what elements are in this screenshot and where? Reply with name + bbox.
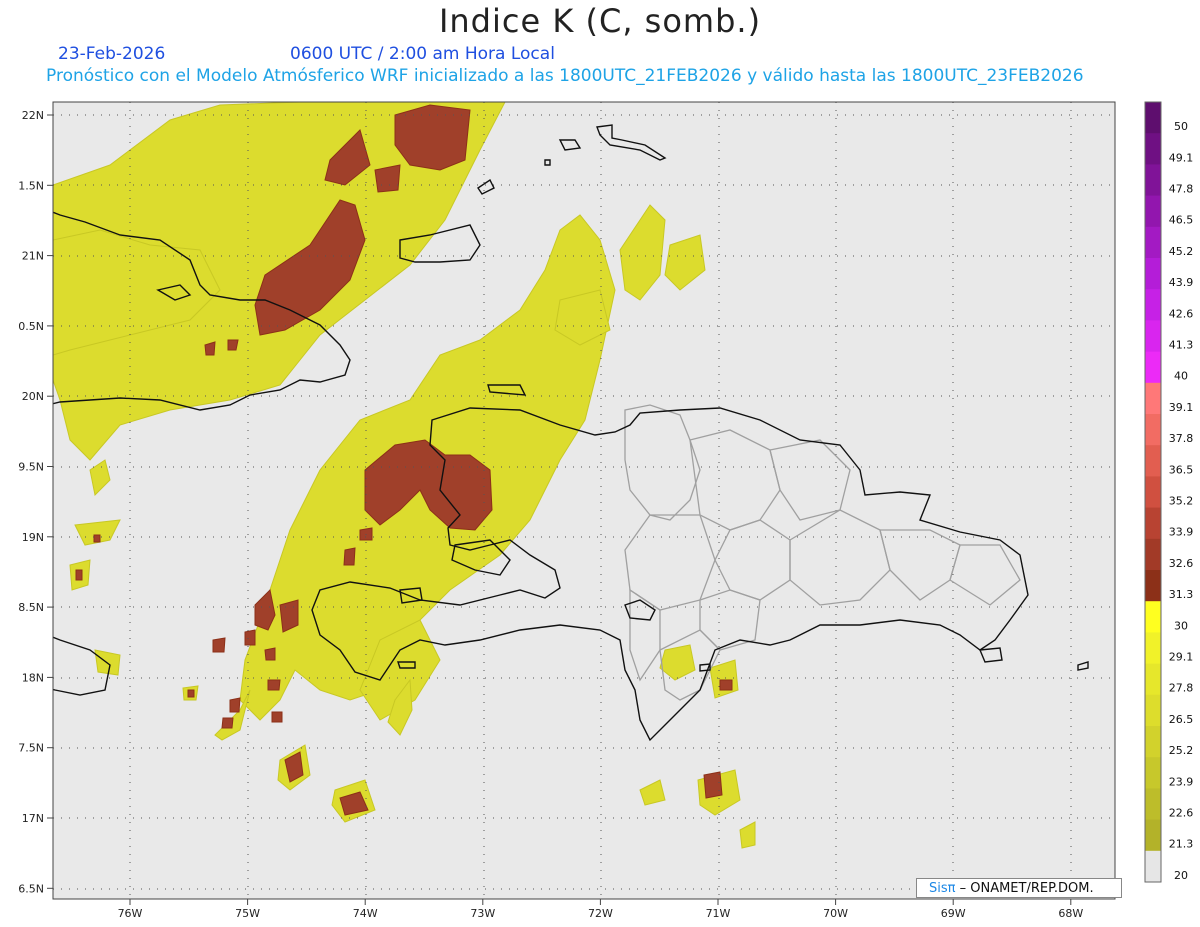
colorbar-swatch <box>1145 414 1161 446</box>
lat-label: 17N <box>22 812 44 825</box>
k-index-map: 22N 1.5N 21N 0.5N 20N 9.5N 19N 8.5N 18N 7.5N 17N 6.… <box>18 101 1194 920</box>
colorbar-swatch <box>1145 757 1161 789</box>
colorbar-swatch <box>1145 258 1161 290</box>
colorbar-label: 49.1 <box>1169 151 1194 164</box>
colorbar-label: 26.5 <box>1169 713 1194 726</box>
colorbar-swatch <box>1145 694 1161 727</box>
colorbar-label: 35.2 <box>1169 494 1194 507</box>
lat-label: 7.5N <box>18 742 44 755</box>
colorbar-swatch <box>1145 663 1161 696</box>
colorbar-label: 50 <box>1174 120 1188 133</box>
colorbar: 50 49.1 47.8 46.5 45.2 43.9 42.6 41.3 40 39.1 37.8… <box>1144 101 1194 883</box>
lat-label: 6.5N <box>18 882 44 895</box>
colorbar-label: 45.2 <box>1169 245 1194 258</box>
lon-label: 72W <box>588 907 613 920</box>
colorbar-swatch <box>1145 538 1161 571</box>
colorbar-label: 20 <box>1174 869 1188 882</box>
colorbar-label: 30 <box>1174 619 1188 632</box>
colorbar-label: 22.6 <box>1169 806 1194 819</box>
colorbar-label: 23.9 <box>1169 775 1194 788</box>
credit-box: Sisπ – ONAMET/REP.DOM. <box>916 878 1122 898</box>
colorbar-swatch <box>1145 226 1161 259</box>
lat-label: 22N <box>22 109 44 122</box>
lon-label: 74W <box>353 907 378 920</box>
colorbar-label: 40 <box>1174 370 1188 383</box>
colorbar-label: 47.8 <box>1169 182 1194 195</box>
colorbar-label: 36.5 <box>1169 463 1194 476</box>
sispi-logo: Sisπ <box>929 881 956 896</box>
lat-label: 1.5N <box>18 179 44 192</box>
colorbar-label: 41.3 <box>1169 338 1194 351</box>
colorbar-label: 25.2 <box>1169 744 1194 757</box>
colorbar-swatch <box>1145 289 1161 321</box>
colorbar-label: 39.1 <box>1169 401 1194 414</box>
colorbar-swatch <box>1145 788 1161 821</box>
lat-label: 19N <box>22 531 44 544</box>
lat-label: 8.5N <box>18 601 44 614</box>
colorbar-label: 42.6 <box>1169 307 1194 320</box>
lat-label: 18N <box>22 671 44 684</box>
credit-text: – ONAMET/REP.DOM. <box>959 881 1094 896</box>
colorbar-swatch <box>1145 819 1161 852</box>
colorbar-label: 29.1 <box>1169 650 1194 663</box>
colorbar-label: 32.6 <box>1169 557 1194 570</box>
colorbar-swatch <box>1145 164 1161 197</box>
lat-label: 0.5N <box>18 320 44 333</box>
lat-label: 20N <box>22 390 44 403</box>
colorbar-label: 27.8 <box>1169 682 1194 695</box>
colorbar-swatch <box>1145 726 1161 758</box>
lon-label: 68W <box>1058 907 1083 920</box>
colorbar-swatch <box>1145 133 1161 165</box>
colorbar-swatch <box>1145 102 1161 134</box>
lon-label: 73W <box>470 907 495 920</box>
colorbar-label: 43.9 <box>1169 276 1194 289</box>
colorbar-label: 37.8 <box>1169 432 1194 445</box>
lat-label: 9.5N <box>18 461 44 474</box>
colorbar-swatch <box>1145 445 1161 477</box>
colorbar-swatch <box>1145 351 1161 384</box>
colorbar-swatch <box>1145 570 1161 602</box>
lat-label: 21N <box>22 250 44 263</box>
colorbar-label: 21.3 <box>1169 838 1194 851</box>
colorbar-swatch <box>1145 507 1161 540</box>
longitude-axis: 76W 75W 74W 73W 72W 71W 70W 69W 68W <box>118 899 1083 920</box>
lon-label: 71W <box>706 907 731 920</box>
colorbar-swatch <box>1145 476 1161 509</box>
colorbar-label: 31.3 <box>1169 588 1194 601</box>
lon-label: 70W <box>823 907 848 920</box>
colorbar-swatch <box>1145 632 1161 665</box>
colorbar-swatch <box>1145 320 1161 353</box>
lon-label: 69W <box>941 907 966 920</box>
latitude-axis: 22N 1.5N 21N 0.5N 20N 9.5N 19N 8.5N 18N 7.5N 17N 6.… <box>18 109 53 895</box>
lon-label: 76W <box>118 907 143 920</box>
colorbar-swatch <box>1145 601 1161 633</box>
colorbar-swatch <box>1145 850 1161 883</box>
colorbar-label: 33.9 <box>1169 526 1194 539</box>
colorbar-label: 46.5 <box>1169 214 1194 227</box>
colorbar-swatch <box>1145 382 1161 415</box>
colorbar-swatch <box>1145 195 1161 228</box>
lon-label: 75W <box>235 907 260 920</box>
